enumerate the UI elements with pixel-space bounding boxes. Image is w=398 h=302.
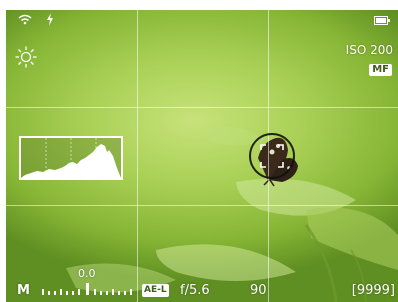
battery-icon <box>374 16 390 25</box>
shooting-mode: M <box>17 283 30 298</box>
shutter-speed-readout: 90 <box>250 283 267 298</box>
daylight-wb-icon <box>15 46 37 68</box>
histogram-graph <box>21 138 121 178</box>
shots-remaining: [9999] <box>351 283 395 298</box>
grid-line-v1 <box>137 10 138 302</box>
camera-screen: ISO 200 MF M 0.0 AE-L f/5.6 90 [9999] <box>0 0 398 302</box>
grid-line-h1 <box>6 107 398 108</box>
leaf <box>306 207 398 270</box>
leaf <box>156 244 296 281</box>
iso-readout: ISO 200 <box>345 43 393 57</box>
aperture-readout: f/5.6 <box>180 283 210 298</box>
exposure-scale <box>42 283 132 295</box>
grid-line-h2 <box>6 205 398 206</box>
exposure-compensation-value: 0.0 <box>78 267 96 280</box>
wifi-icon <box>18 14 32 25</box>
ae-lock-badge: AE-L <box>142 284 169 297</box>
flash-icon <box>47 13 53 26</box>
focus-target[interactable] <box>248 132 296 180</box>
focus-mode-badge: MF <box>369 64 392 76</box>
histogram <box>19 136 123 180</box>
